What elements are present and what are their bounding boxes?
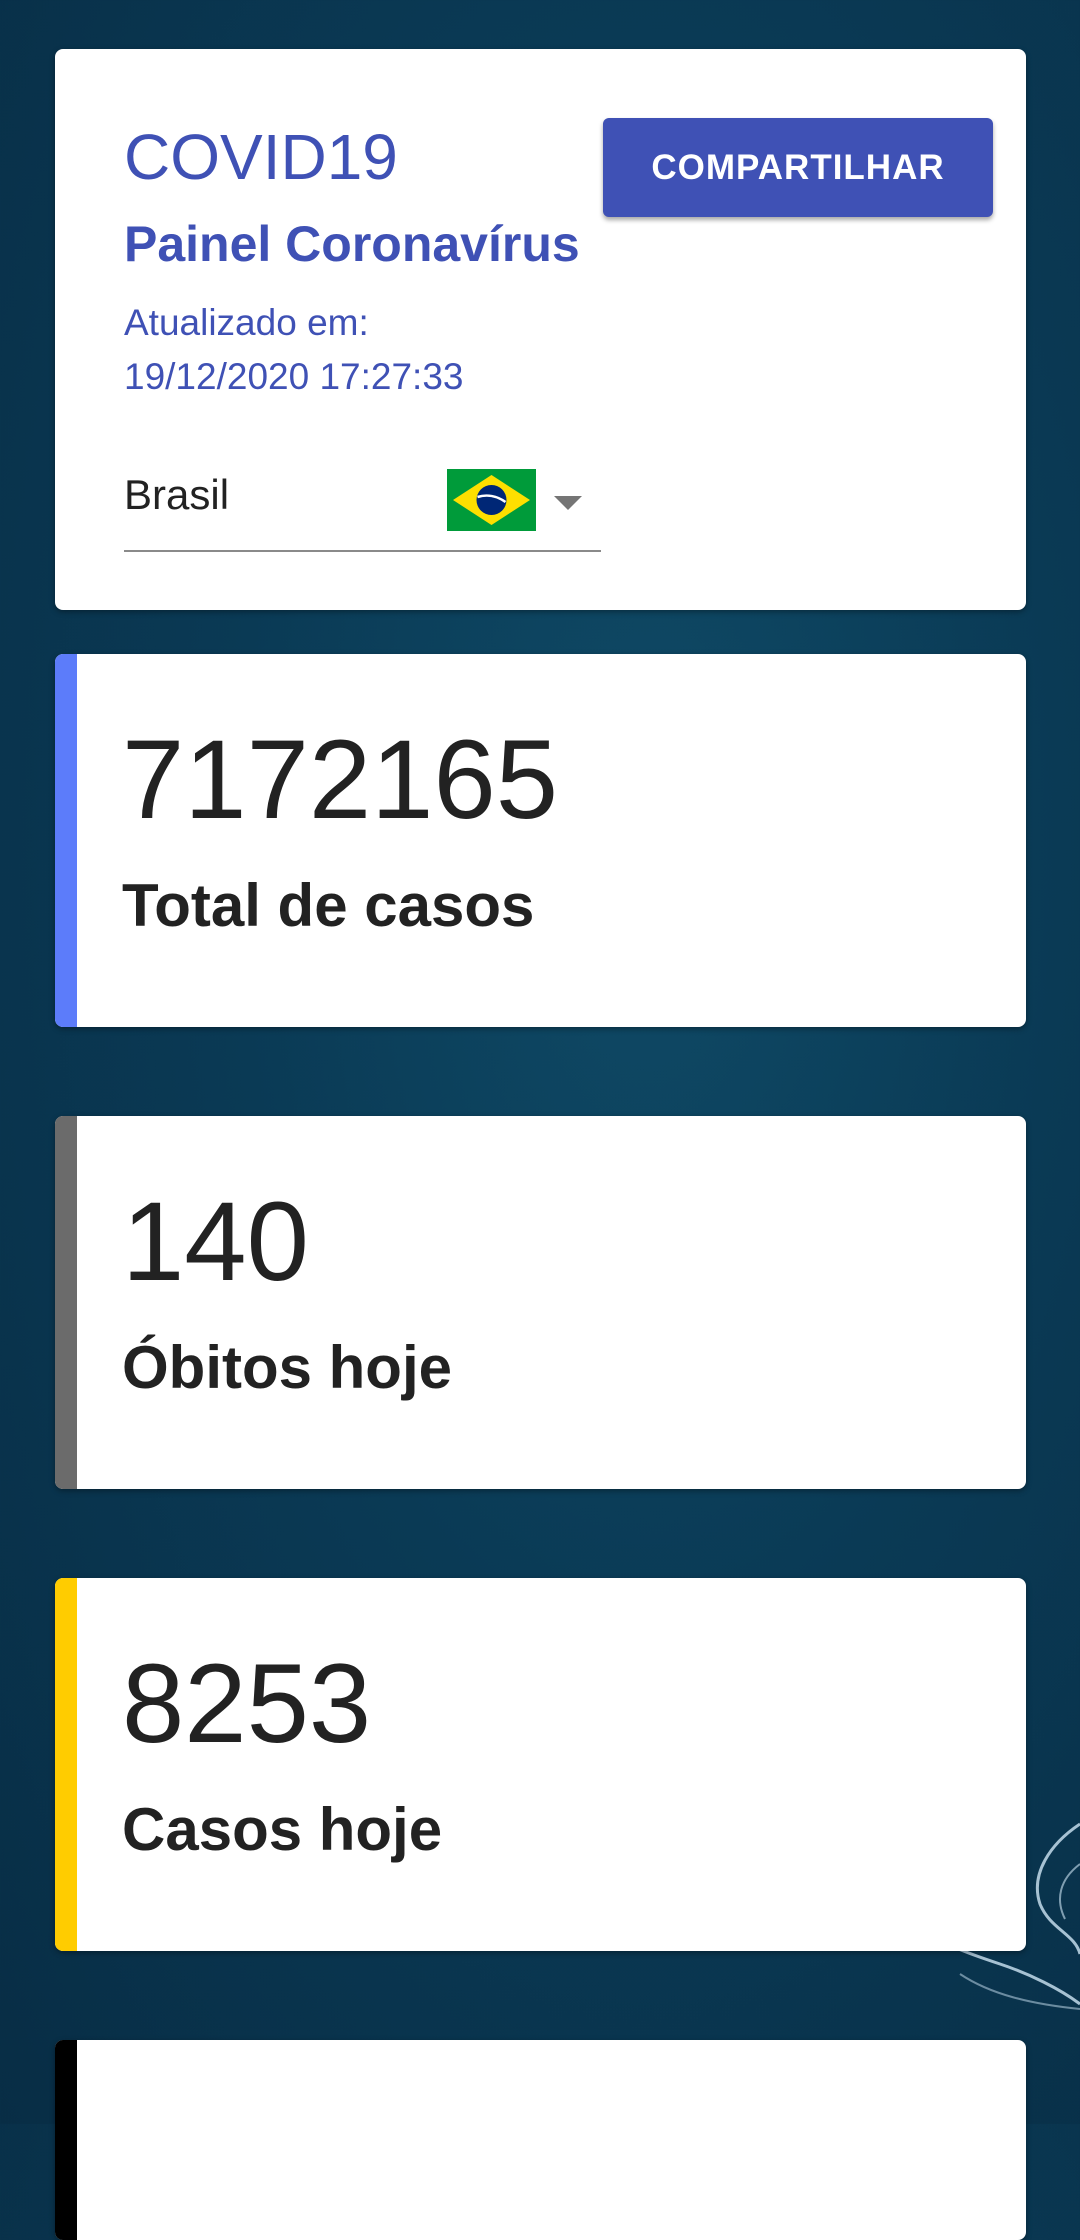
page-title: COVID19: [124, 121, 398, 193]
brazil-flag-icon: [447, 469, 536, 531]
country-select[interactable]: Brasil: [124, 454, 601, 552]
stat-card-cases-today: 8253 Casos hoje: [55, 1578, 1026, 1951]
updated-label: Atualizado em:: [124, 302, 369, 343]
stat-value: 7172165: [122, 717, 559, 842]
stat-label: Total de casos: [122, 872, 535, 939]
stat-accent-bar: [55, 1116, 77, 1489]
stat-value: 140: [122, 1179, 309, 1304]
stat-label: Óbitos hoje: [122, 1334, 452, 1401]
stat-label: Casos hoje: [122, 1796, 443, 1863]
stat-card-total-cases: 7172165 Total de casos: [55, 654, 1026, 1027]
share-button[interactable]: COMPARTILHAR: [603, 118, 993, 217]
stat-accent-bar: [55, 1578, 77, 1951]
stat-card-deaths-today: 140 Óbitos hoje: [55, 1116, 1026, 1489]
updated-timestamp: 19/12/2020 17:27:33: [124, 356, 464, 397]
page-subtitle: Painel Coronavírus: [124, 216, 580, 272]
stat-accent-bar: [55, 2040, 77, 2240]
chevron-down-icon[interactable]: [554, 496, 582, 510]
country-select-value: Brasil: [124, 471, 230, 518]
stat-accent-bar: [55, 654, 77, 1027]
stat-value: 8253: [122, 1641, 372, 1766]
stat-card-partial: [55, 2040, 1026, 2240]
header-card: COVID19 Painel Coronavírus Atualizado em…: [55, 49, 1026, 610]
